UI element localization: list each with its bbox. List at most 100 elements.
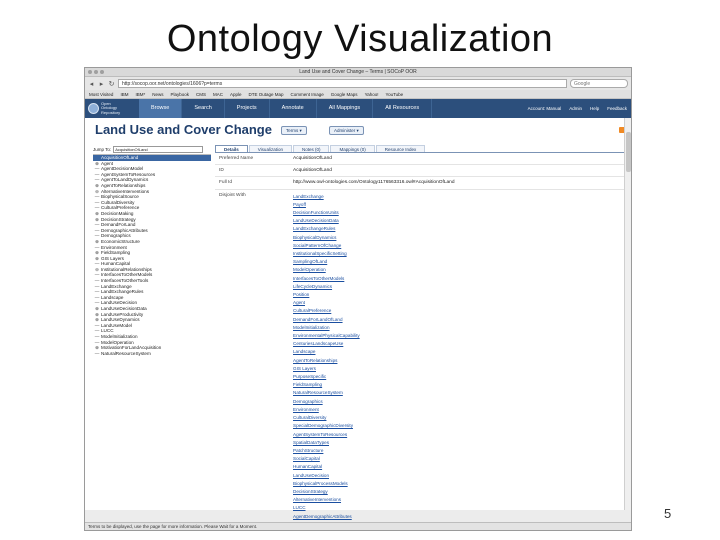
disjoint-term-link[interactable]: DecisionStrategy (293, 488, 625, 496)
disjoint-term-link[interactable]: BiophysicalProcessModels (293, 480, 625, 488)
disjoint-term-link[interactable]: BiophysicalDynamics (293, 234, 625, 242)
bookmark-item[interactable]: Most Visited (89, 92, 113, 97)
bookmark-item[interactable]: Apple (230, 92, 242, 97)
admin-link[interactable]: Admin (569, 106, 582, 111)
bookmark-item[interactable]: IBM* (135, 92, 145, 97)
disjoint-term-link[interactable]: ModelInitialization (293, 324, 625, 332)
bookmark-item[interactable]: MAC (213, 92, 223, 97)
disjoint-term-link[interactable]: DecisionFunctionUnits (293, 209, 625, 217)
disjoint-term-link[interactable]: LandExchange (293, 193, 625, 201)
bookmark-item[interactable]: YouTube (386, 92, 404, 97)
disjoint-term-link[interactable]: GIS Layers (293, 365, 625, 373)
disjoint-term-link[interactable]: SamplingOfLand (293, 258, 625, 266)
disjoint-term-link[interactable]: HumanCapital (293, 463, 625, 471)
search-input[interactable]: Google (570, 79, 628, 88)
bookmark-item[interactable]: CMS (196, 92, 206, 97)
nav-browse[interactable]: Browse (139, 99, 183, 118)
back-arrow-icon[interactable]: ◂ (88, 80, 95, 88)
administer-dropdown[interactable]: Administer ▾ (329, 126, 364, 135)
disjoint-term-link[interactable]: NaturalResourceSystem (293, 389, 625, 397)
close-window-button[interactable] (88, 70, 92, 74)
logo[interactable]: Open Ontology Repository (85, 101, 139, 116)
jump-to: Jump To: AcquisitionOfLand (93, 145, 211, 153)
terms-dropdown[interactable]: Terms ▾ (281, 126, 307, 135)
disjoint-term-link[interactable]: SpecialDemographicDiversity (293, 422, 625, 430)
nav-all-resources[interactable]: All Resources (373, 99, 433, 118)
detail-row-disjoint-with: Disjoint With LandExchange Payoff Decision… (215, 190, 625, 530)
nav-all-mappings[interactable]: All Mappings (317, 99, 374, 118)
disjoint-term-link[interactable]: InstitutionalSpecificSetting (293, 250, 625, 258)
tree-item-label: AlternativeInterventions (101, 188, 150, 194)
page-scrollbar[interactable] (624, 118, 631, 510)
jump-to-input[interactable]: AcquisitionOfLand (113, 145, 204, 153)
app-header: Open Ontology Repository Browse Search P… (85, 99, 631, 118)
bookmark-item[interactable]: Comment Image (291, 92, 324, 97)
bookmark-item[interactable]: IBM (120, 92, 128, 97)
disjoint-term-link[interactable]: AgentSystemToResources (293, 431, 625, 439)
term-tree: AcquisitionOfLand ⊕ Agent — AgentDecisionMod… (93, 154, 211, 356)
scrollbar-thumb[interactable] (626, 132, 631, 172)
disjoint-term-link[interactable]: SocialCapital (293, 455, 625, 463)
tree-item-label: LandExchange (101, 283, 132, 289)
disjoint-term-link[interactable]: CulturalDiversity (293, 414, 625, 422)
disjoint-term-link[interactable]: Demographics (293, 398, 625, 406)
bookmark-item[interactable]: News (152, 92, 163, 97)
tab-mappings[interactable]: Mappings (0) (330, 145, 375, 152)
tab-details[interactable]: Details (215, 145, 248, 152)
reload-icon[interactable]: ↻ (108, 80, 115, 88)
url-input[interactable]: http://socop.oor.net/ontologies/1606?p=t… (118, 79, 567, 88)
disjoint-term-link[interactable]: PurposeSpecific (293, 373, 625, 381)
tree-item-label: DecisionStrategy (101, 216, 136, 222)
disjoint-term-link[interactable]: FieldSampling (293, 381, 625, 389)
disjoint-term-link[interactable]: Payoff (293, 201, 625, 209)
tree-toggle-icon[interactable]: — (93, 351, 101, 357)
zoom-window-button[interactable] (100, 70, 104, 74)
disjoint-term-link[interactable]: AgentToRelationships (293, 357, 625, 365)
tree-item-label: HumanCapital (101, 261, 131, 267)
disjoint-term-link[interactable]: DemandForLandOfLand (293, 316, 625, 324)
disjoint-term-link[interactable]: Environment (293, 406, 625, 414)
bookmark-item[interactable]: DTE Outage Map (249, 92, 284, 97)
disjoint-term-link[interactable]: InterfacesToOtherModels (293, 275, 625, 283)
disjoint-term-link[interactable]: LandUseDecision (293, 472, 625, 480)
tab-notes[interactable]: Notes (0) (292, 145, 330, 152)
status-bar: Terms to be displayed, use the page for … (85, 522, 631, 530)
disjoint-term-link[interactable]: AlternativeInterventions (293, 496, 625, 504)
disjoint-term-link[interactable]: AgentDemographicAttributes (293, 513, 625, 521)
detail-row-full-id: Full Id http://www.owl-ontologies.com/On… (215, 177, 625, 190)
disjoint-term-link[interactable]: SpatialDataTypes (293, 439, 625, 447)
disjoint-term-link[interactable]: ModelOperation (293, 266, 625, 274)
nav-annotate[interactable]: Annotate (270, 99, 317, 118)
nav-search[interactable]: Search (182, 99, 225, 118)
tree-item-label: LandUseDynamics (101, 317, 140, 323)
term-tree-panel: Jump To: AcquisitionOfLand AcquisitionOf… (93, 145, 211, 525)
disjoint-term-link[interactable]: LUCC (293, 504, 625, 512)
disjoint-term-link[interactable]: CenturiesLandscapeUse (293, 340, 625, 348)
disjoint-term-link[interactable]: LandUseDecisionData (293, 217, 625, 225)
account-link[interactable]: Account: Manual (528, 106, 562, 111)
disjoint-term-link[interactable]: Agent (293, 299, 625, 307)
tab-visualization[interactable]: Visualization (248, 145, 292, 152)
bookmarks-bar: Most Visited IBM IBM* News Playbook CMS MAC App… (85, 90, 631, 99)
disjoint-term-link[interactable]: Landscape (293, 348, 625, 356)
forward-arrow-icon[interactable]: ▸ (98, 80, 105, 88)
disjoint-term-link[interactable]: SocialPatternOfChange (293, 242, 625, 250)
tree-item[interactable]: — NaturalResourceSystem (93, 351, 211, 357)
bookmark-item[interactable]: Playbook (170, 92, 189, 97)
bookmark-item[interactable]: Yahoo! (365, 92, 379, 97)
minimize-window-button[interactable] (94, 70, 98, 74)
disjoint-with-list: LandExchange Payoff DecisionFunctionUnits L… (293, 193, 625, 530)
tree-item-label: DemandForLand (101, 222, 136, 228)
help-link[interactable]: Help (590, 106, 599, 111)
tree-item-label: LandExchangeRules (101, 289, 144, 295)
nav-projects[interactable]: Projects (225, 99, 270, 118)
tab-resource-index[interactable]: Resource Index (375, 145, 426, 152)
disjoint-term-link[interactable]: LifeCycleDynamics (293, 283, 625, 291)
bookmark-item[interactable]: Google Maps (331, 92, 358, 97)
disjoint-term-link[interactable]: EnvironmentalPhysicalCapability (293, 332, 625, 340)
disjoint-term-link[interactable]: Position (293, 291, 625, 299)
disjoint-term-link[interactable]: LandExchangeRules (293, 225, 625, 233)
disjoint-term-link[interactable]: PatchStructure (293, 447, 625, 455)
feedback-link[interactable]: Feedback (607, 106, 627, 111)
disjoint-term-link[interactable]: CulturalPreference (293, 307, 625, 315)
